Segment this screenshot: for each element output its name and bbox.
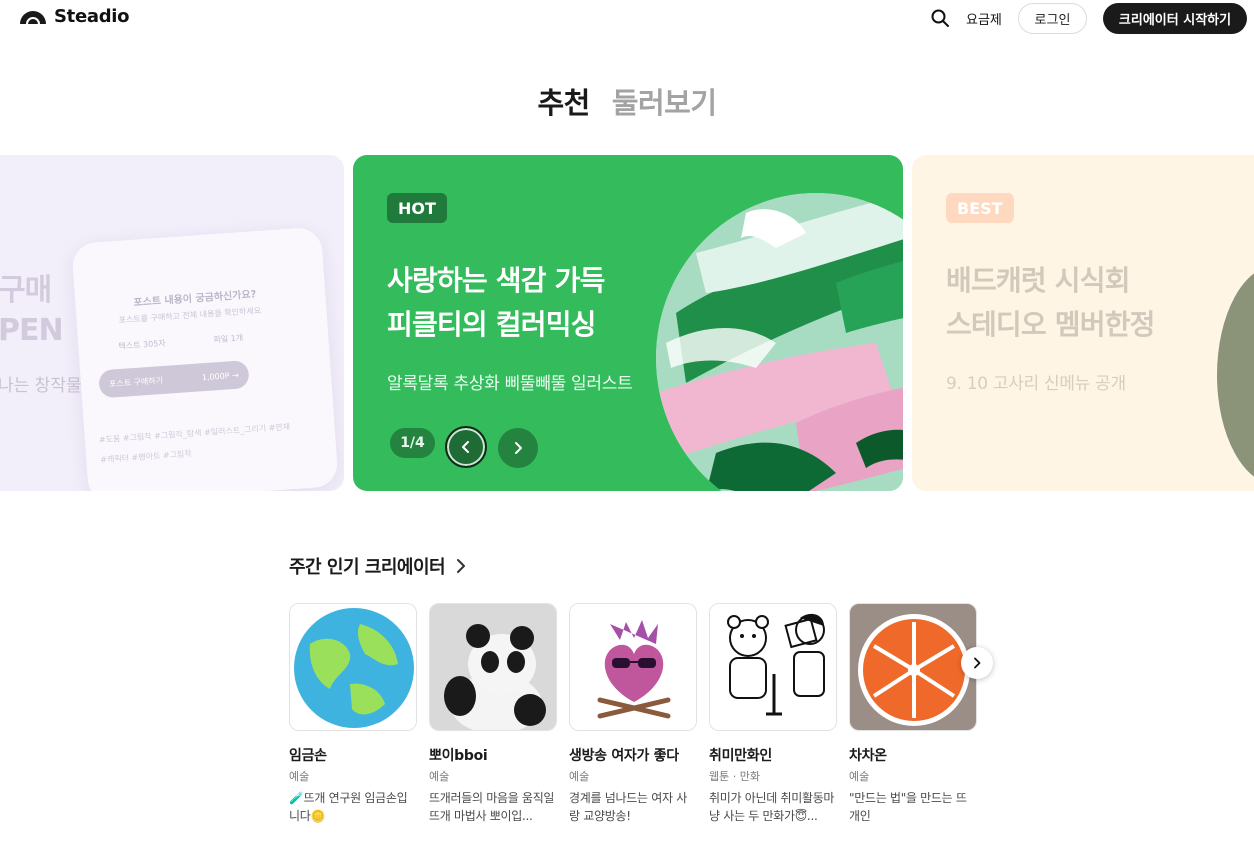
creator-thumbnail [569, 603, 697, 731]
creator-category: 웹툰 · 만화 [709, 770, 760, 783]
phone-buy-bar: 포스트 구매하기 1,000P → [98, 360, 250, 399]
banner-right-title-line1: 배드캐럿 시식회 [946, 264, 1130, 297]
phone-text-count: 텍스트 305자 [118, 338, 166, 351]
creator-name: 임금손 [289, 748, 327, 764]
best-badge: BEST [946, 193, 1014, 223]
phone-question: 포스트 내용이 궁금하신가요? [133, 289, 257, 309]
banner-right[interactable]: BEST 배드캐럿 시식회 스테디오 멤버한정 9. 10 고사리 신메뉴 공개 [912, 155, 1254, 491]
creators-next-button[interactable] [961, 647, 993, 679]
banner-left[interactable]: 구매 PEN 나는 창작물 포스트 내용이 궁금하신가요? 포스트를 구매하고 … [0, 155, 344, 491]
creator-name: 취미만화인 [709, 748, 772, 764]
logo[interactable]: Steadio [18, 6, 130, 27]
banner-center-title: 사랑하는 색감 가득 피클티의 컬러믹싱 [387, 259, 605, 347]
banner-center-subtitle: 알록달록 추상화 삐뚤빼뚤 일러스트 [387, 374, 633, 394]
banner-center-title-line2: 피클티의 컬러믹싱 [387, 308, 596, 341]
chevron-right-icon [974, 657, 981, 669]
creator-description: 취미가 아닌데 취미활동마냥 사는 두 만화가😇... [709, 791, 835, 823]
creator-category: 예술 [429, 770, 450, 783]
chevron-right-icon [515, 442, 522, 454]
creator-category: 예술 [849, 770, 870, 783]
search-button[interactable] [930, 8, 950, 28]
search-icon [931, 9, 949, 27]
phone-stats: 텍스트 305자 파일 1개 [118, 332, 243, 352]
chevron-right-icon [457, 559, 466, 573]
phone-buy-label: 포스트 구매하기 [108, 375, 164, 389]
creator-description: 🧪뜨개 연구원 임금손입니다🪙 [289, 791, 408, 823]
banner-center[interactable]: HOT 사랑하는 색감 가득 피클티의 컬러믹싱 알록달록 추상화 삐뚤빼뚤 일… [353, 155, 903, 491]
creator-category: 예술 [289, 770, 310, 783]
start-creator-button[interactable]: 크리에이터 시작하기 [1103, 3, 1247, 34]
creator-card[interactable]: 생방송 여자가 좋다 예술 경계를 넘나드는 여자 사랑 교양방송! [569, 603, 697, 825]
tab-recommended[interactable]: 추천 [537, 80, 590, 122]
banner-left-title-line2: PEN [0, 313, 64, 348]
phone-tags: #도움 #그림작 #그림작_탐색 #일러스트_그리기 #연재 #캐릭터 #팬아트… [98, 422, 291, 465]
phone-price: 1,000P → [201, 370, 240, 382]
tab-browse[interactable]: 둘러보기 [612, 80, 717, 122]
creator-category: 예술 [569, 770, 590, 783]
main-tabs: 추천 둘러보기 [0, 80, 1254, 122]
paint-strokes-image [656, 193, 903, 491]
logo-text: Steadio [54, 6, 130, 27]
pricing-link[interactable]: 요금제 [966, 9, 1002, 28]
creator-name: 차차온 [849, 748, 887, 764]
comic-sketch-image [710, 604, 836, 730]
login-button[interactable]: 로그인 [1018, 3, 1087, 34]
banner-prev-button[interactable] [445, 426, 487, 468]
creator-card[interactable]: 취미만화인 웹툰 · 만화 취미가 아닌데 취미활동마냥 사는 두 만화가😇..… [709, 603, 837, 825]
globe-knit-image [290, 604, 416, 730]
creator-thumbnail [289, 603, 417, 731]
banner-right-title-line2: 스테디오 멤버한정 [946, 308, 1155, 341]
creator-name: 뽀이bboi [429, 748, 488, 764]
heart-sunglasses-image [570, 604, 696, 730]
banner-left-title-line1: 구매 [0, 273, 52, 308]
orange-coaster-image [850, 604, 976, 730]
creator-description: 경계를 넘나드는 여자 사랑 교양방송! [569, 791, 687, 823]
banner-next-button[interactable] [498, 428, 538, 468]
creator-card[interactable]: 뽀이bboi 예술 뜨개러들의 마음을 움직일 뜨개 마법사 뽀이입... [429, 603, 557, 825]
weekly-creators-header[interactable]: 주간 인기 크리에이터 [289, 553, 467, 579]
logo-mark-icon [20, 10, 46, 24]
phone-mockup: 포스트 내용이 궁금하신가요? 포스트를 구매하고 전체 내용을 확인하세요 텍… [71, 226, 339, 491]
creator-thumbnail [709, 603, 837, 731]
creator-name: 생방송 여자가 좋다 [569, 748, 679, 764]
creator-thumbnail [849, 603, 977, 731]
banner-left-subtitle: 나는 창작물 [0, 376, 82, 396]
banner-right-title: 배드캐럿 시식회 스테디오 멤버한정 [946, 259, 1155, 347]
creator-card[interactable]: 임금손 예술 🧪뜨개 연구원 임금손입니다🪙 [289, 603, 417, 825]
banner-right-photo [1217, 265, 1254, 485]
creator-description: "만드는 법"을 만드는 뜨개인 [849, 791, 967, 823]
top-header: Steadio 요금제 로그인 크리에이터 시작하기 [0, 0, 1254, 38]
hot-badge: HOT [387, 193, 447, 223]
section-title: 주간 인기 크리에이터 [289, 557, 446, 578]
creator-description: 뜨개러들의 마음을 움직일 뜨개 마법사 뽀이입... [429, 791, 555, 823]
creator-thumbnail [429, 603, 557, 731]
banner-right-subtitle: 9. 10 고사리 신메뉴 공개 [946, 374, 1126, 394]
phone-file-count: 파일 1개 [213, 333, 244, 345]
banner-pager: 1/4 [390, 428, 435, 458]
chevron-left-icon [462, 441, 469, 453]
panda-knit-image [430, 604, 556, 730]
banner-center-title-line1: 사랑하는 색감 가득 [387, 264, 605, 297]
creator-card[interactable]: 차차온 예술 "만드는 법"을 만드는 뜨개인 [849, 603, 977, 825]
banner-paint-artwork [656, 193, 903, 491]
